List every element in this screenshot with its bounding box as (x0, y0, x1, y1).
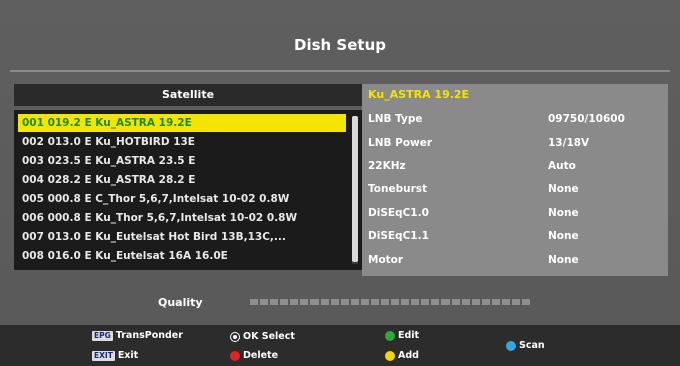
scan-label: Scan (519, 340, 545, 351)
quality-segment (381, 299, 390, 305)
quality-segment (370, 299, 380, 305)
quality-segment (522, 299, 531, 305)
setting-value: None (548, 254, 579, 266)
setting-row-diseqc11[interactable]: DiSEqC1.1 None (362, 230, 668, 248)
scan-hint[interactable]: Scan (506, 340, 545, 351)
setting-value: None (548, 183, 579, 195)
quality-segment (431, 299, 440, 305)
quality-segment (491, 299, 500, 305)
setting-label: LNB Power (368, 137, 433, 149)
ok-select-label: OK Select (243, 331, 295, 342)
blue-dot-icon (506, 340, 516, 351)
satellite-item[interactable]: 001 019.2 E Ku_ASTRA 19.2E (18, 114, 346, 132)
satellite-list-header: Satellite (14, 84, 362, 106)
quality-segment (290, 299, 299, 305)
satellite-item[interactable]: 007 013.0 E Ku_Eutelsat Hot Bird 13B,13C… (18, 228, 346, 246)
edit-label: Edit (398, 330, 420, 341)
quality-segment (250, 299, 259, 305)
setting-value: None (548, 230, 579, 242)
title-divider (10, 70, 670, 72)
quality-segment (330, 299, 339, 305)
quality-segment (461, 299, 470, 305)
setting-row-lnb-power[interactable]: LNB Power 13/18V (362, 137, 668, 155)
setting-label: 22KHz (368, 160, 406, 172)
setting-label: Toneburst (368, 183, 428, 195)
quality-segment (350, 299, 359, 305)
setting-value: Auto (548, 160, 576, 172)
satellite-panel: Satellite 001 019.2 E Ku_ASTRA 19.2E 002… (14, 84, 362, 270)
delete-label: Delete (243, 350, 279, 361)
setting-row-motor[interactable]: Motor None (362, 254, 668, 272)
red-dot-icon (230, 350, 240, 361)
quality-segment (471, 299, 480, 305)
satellite-item[interactable]: 003 023.5 E Ku_ASTRA 23.5 E (18, 152, 346, 170)
delete-hint[interactable]: Delete (230, 350, 278, 361)
quality-segment (411, 299, 420, 305)
satellite-item[interactable]: 008 016.0 E Ku_Eutelsat 16A 16.0E (18, 247, 346, 265)
page-title: Dish Setup (294, 36, 386, 54)
scrollbar-thumb[interactable] (352, 116, 358, 262)
quality-segment (280, 299, 289, 305)
quality-segment (512, 299, 521, 305)
satellite-list-scrollbar[interactable] (352, 116, 358, 264)
quality-label: Quality (158, 296, 203, 309)
quality-segment (360, 299, 369, 305)
satellite-item[interactable]: 005 000.8 E C_Thor 5,6,7,Intelsat 10-02 … (18, 190, 346, 208)
setting-row-lnb-type[interactable]: LNB Type 09750/10600 (362, 113, 668, 131)
quality-segment (421, 299, 430, 305)
transponder-hint[interactable]: EPG TransPonder (92, 330, 183, 341)
add-hint[interactable]: Add (385, 350, 419, 361)
setting-label: Motor (368, 254, 404, 266)
satellite-info-panel: Ku_ASTRA 19.2E LNB Type 09750/10600 LNB … (362, 84, 668, 276)
ok-select-hint[interactable]: OK Select (230, 331, 295, 342)
satellite-item[interactable]: 006 000.8 E Ku_Thor 5,6,7,Intelsat 10-02… (18, 209, 346, 227)
quality-segment (310, 299, 319, 305)
satellite-item[interactable]: 002 013.0 E Ku_HOTBIRD 13E (18, 133, 346, 151)
edit-hint[interactable]: Edit (385, 330, 419, 341)
quality-segment (451, 299, 460, 305)
quality-segment (441, 299, 450, 305)
setting-row-toneburst[interactable]: Toneburst None (362, 183, 668, 201)
footer-help-bar: EPG TransPonder EXIT Exit OK Select Dele… (0, 325, 680, 366)
quality-segment (270, 299, 279, 305)
setting-row-diseqc10[interactable]: DiSEqC1.0 None (362, 207, 668, 225)
setting-row-22khz[interactable]: 22KHz Auto (362, 160, 668, 178)
setting-label: DiSEqC1.1 (368, 230, 429, 242)
satellite-list[interactable]: 001 019.2 E Ku_ASTRA 19.2E 002 013.0 E K… (14, 110, 362, 270)
dish-setup-screen: Dish Setup Satellite 001 019.2 E Ku_ASTR… (0, 0, 680, 366)
quality-segment (481, 299, 490, 305)
epg-key-icon: EPG (92, 330, 113, 341)
setting-label: DiSEqC1.0 (368, 207, 429, 219)
quality-segment (391, 299, 400, 305)
exit-label: Exit (117, 350, 139, 361)
add-label: Add (398, 350, 419, 361)
exit-key-icon: EXIT (92, 350, 115, 361)
quality-segment (340, 299, 349, 305)
setting-value: None (548, 207, 579, 219)
quality-segment (300, 299, 309, 305)
setting-value: 09750/10600 (548, 113, 625, 125)
ok-icon (230, 331, 240, 342)
quality-segment (260, 299, 269, 305)
satellite-item[interactable]: 004 028.2 E Ku_ASTRA 28.2 E (18, 171, 346, 189)
yellow-dot-icon (385, 350, 395, 361)
quality-segment (501, 299, 511, 305)
quality-segment (320, 299, 329, 305)
exit-hint[interactable]: EXIT Exit (92, 350, 138, 361)
setting-value: 13/18V (548, 137, 590, 149)
selected-satellite-name: Ku_ASTRA 19.2E (368, 88, 470, 101)
quality-meter (250, 299, 531, 305)
setting-label: LNB Type (368, 113, 423, 125)
transponder-label: TransPonder (115, 330, 183, 341)
quality-segment (401, 299, 410, 305)
green-dot-icon (385, 330, 395, 341)
